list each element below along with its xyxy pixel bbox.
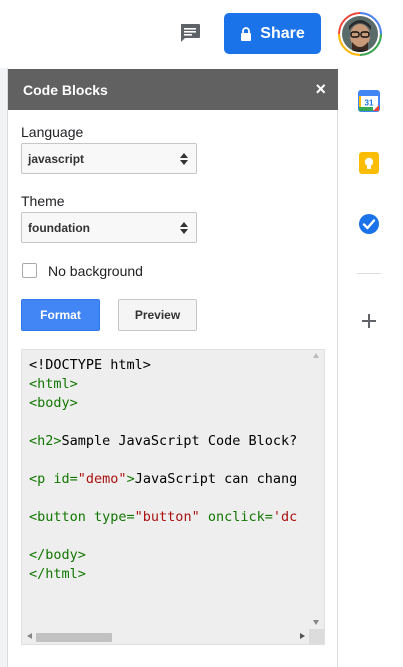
code-token: Sample JavaScript Code Block?: [61, 433, 298, 449]
code-token: "demo": [77, 471, 127, 487]
document-edge: [0, 68, 8, 667]
close-button[interactable]: ×: [315, 80, 326, 98]
no-background-label: No background: [48, 263, 143, 279]
lock-icon: [241, 26, 252, 41]
format-button[interactable]: Format: [21, 299, 100, 331]
code-token: </html>: [29, 566, 86, 582]
code-line: <h2>Sample JavaScript Code Block?: [29, 432, 311, 451]
code-token: type=: [94, 509, 135, 525]
code-token: <h2>: [29, 433, 62, 449]
code-token: >: [126, 471, 135, 487]
select-arrows-icon: [180, 222, 188, 234]
code-line: </html>: [29, 565, 311, 584]
code-token: JavaScript can chang: [134, 471, 298, 487]
code-line: <button type="button" onclick='dc: [29, 508, 311, 527]
code-token: <html>: [29, 376, 78, 392]
vertical-scrollbar[interactable]: [309, 350, 324, 630]
code-line: <p id="demo">JavaScript can chang: [29, 470, 311, 489]
tasks-icon[interactable]: [358, 213, 380, 235]
code-line: <!DOCTYPE html>: [29, 356, 311, 375]
preview-button[interactable]: Preview: [118, 299, 197, 331]
horizontal-scrollbar[interactable]: [22, 629, 310, 644]
code-token: <button: [29, 509, 95, 525]
code-line: <html>: [29, 375, 311, 394]
panel-title: Code Blocks: [23, 81, 108, 98]
code-token: id=: [53, 471, 78, 487]
select-arrows-icon: [180, 153, 188, 165]
calendar-icon[interactable]: 31: [358, 90, 380, 112]
language-select-value: javascript: [28, 151, 85, 166]
code-token: </body>: [29, 547, 86, 563]
top-bar: Share: [0, 0, 403, 68]
scroll-up-arrow-icon[interactable]: [313, 353, 319, 358]
code-token: <p: [29, 471, 54, 487]
comment-icon[interactable]: [178, 22, 202, 44]
avatar[interactable]: [338, 12, 382, 56]
scroll-right-arrow-icon[interactable]: [300, 633, 305, 639]
scroll-down-arrow-icon[interactable]: [313, 620, 319, 625]
code-line: </body>: [29, 546, 311, 565]
scrollbar-corner: [309, 629, 324, 644]
theme-select-value: foundation: [28, 220, 90, 235]
rail-divider: [357, 273, 381, 274]
add-icon[interactable]: [360, 312, 378, 330]
scroll-left-arrow-icon[interactable]: [27, 633, 32, 639]
share-label: Share: [260, 24, 305, 42]
horizontal-scroll-thumb[interactable]: [36, 633, 112, 642]
code-token: <!DOCTYPE html>: [29, 357, 151, 373]
language-label: Language: [21, 124, 84, 140]
share-button[interactable]: Share: [224, 13, 321, 54]
code-token: onclick=: [199, 509, 273, 525]
no-background-checkbox[interactable]: [22, 263, 37, 278]
keep-icon[interactable]: [358, 152, 380, 174]
code-editor[interactable]: <!DOCTYPE html> <html> <body> <h2>Sample Ja…: [21, 349, 325, 645]
code-token: "button": [134, 509, 200, 525]
code-text[interactable]: <!DOCTYPE html> <html> <body> <h2>Sample Ja…: [29, 356, 311, 584]
language-select[interactable]: javascript: [21, 143, 197, 174]
calendar-day: 31: [365, 99, 374, 108]
code-token: 'dc: [272, 509, 298, 525]
panel-header: Code Blocks ×: [8, 69, 338, 110]
code-token: <body>: [29, 395, 78, 411]
theme-select[interactable]: foundation: [21, 212, 197, 243]
code-line: <body>: [29, 394, 311, 413]
theme-label: Theme: [21, 193, 65, 209]
